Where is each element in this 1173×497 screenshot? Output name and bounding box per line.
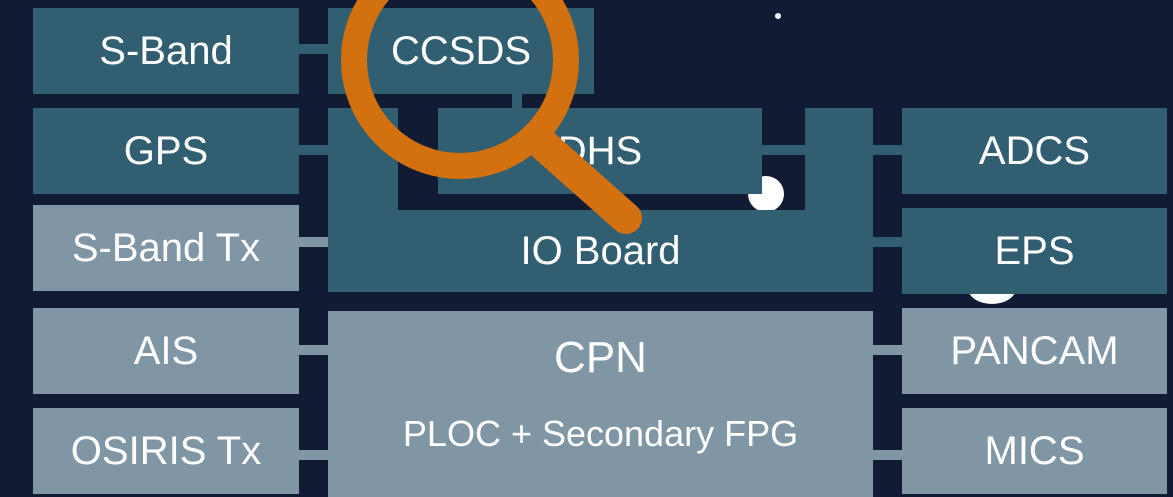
block-label: S-Band Tx [71, 225, 261, 270]
block-adcs: ADCS [902, 108, 1167, 194]
star [775, 13, 781, 19]
block-s-band-tx: S-Band Tx [33, 205, 299, 291]
connector-osiris-cpn [298, 450, 330, 460]
block-mics: MICS [902, 408, 1167, 494]
block-label: S-Band [99, 28, 233, 73]
connector-ioboard-eps [872, 237, 902, 247]
connector-dhs-adcs [762, 145, 806, 155]
dhs-frame-right [805, 108, 873, 210]
block-label: PANCAM [950, 328, 1119, 373]
block-pancam: PANCAM [902, 308, 1167, 394]
block-label: GPS [123, 128, 209, 173]
connector-cpn-pancam [872, 345, 902, 355]
block-label: OSIRIS Tx [70, 428, 262, 473]
block-osiris-tx: OSIRIS Tx [33, 408, 299, 494]
connector-cpn-mics [872, 450, 902, 460]
block-s-band: S-Band [33, 8, 299, 94]
block-ais: AIS [33, 308, 299, 394]
cpn-title: CPN [554, 333, 647, 382]
connector-adcs [872, 145, 902, 155]
cpn-subtitle: PLOC + Secondary FPG [402, 413, 799, 454]
block-label: AIS [133, 328, 199, 373]
connector-ais-cpn [298, 345, 330, 355]
block-cpn: CPN PLOC + Secondary FPG [328, 311, 873, 497]
block-gps: GPS [33, 108, 299, 194]
block-label: MICS [984, 428, 1085, 473]
block-diagram: S-Band GPS S-Band Tx AIS OSIRIS Tx CCSDS… [0, 0, 1173, 497]
block-label: ADCS [978, 128, 1091, 173]
magnifier-icon [341, 0, 642, 234]
block-label: EPS [994, 228, 1075, 273]
block-eps: EPS [902, 208, 1167, 294]
